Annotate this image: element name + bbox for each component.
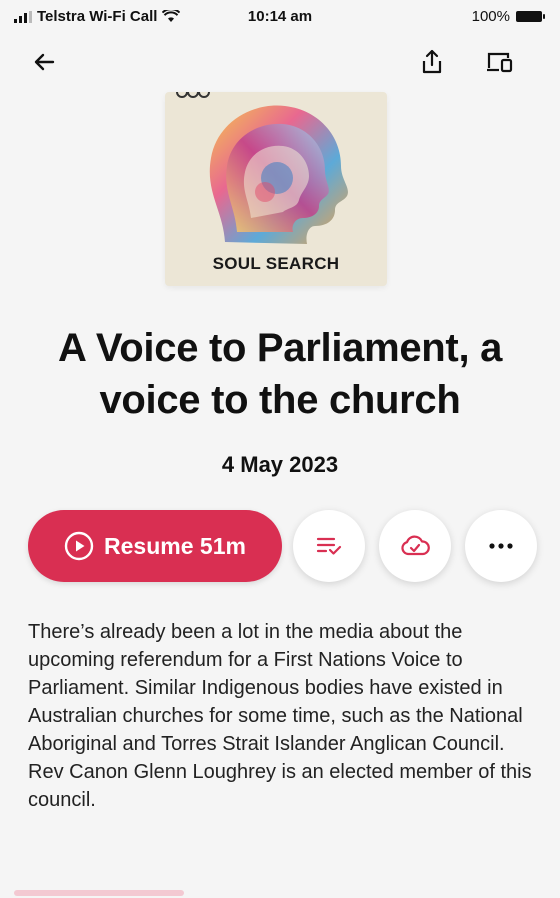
resume-label: Resume 51m xyxy=(104,532,246,559)
cast-device-icon xyxy=(487,52,513,73)
add-to-queue-icon xyxy=(316,537,342,555)
play-circle-icon xyxy=(64,531,94,561)
more-options-icon xyxy=(489,543,513,549)
add-to-queue-button[interactable] xyxy=(293,510,365,582)
top-navigation xyxy=(0,44,560,84)
battery-icon xyxy=(516,11,545,22)
artwork-caption: SOUL SEARCH xyxy=(212,254,340,273)
podcast-artwork: SOUL SEARCH xyxy=(165,92,387,286)
cast-button[interactable] xyxy=(482,44,518,80)
resume-button[interactable]: Resume 51m xyxy=(28,510,282,582)
episode-title: A Voice to Parliament, a voice to the ch… xyxy=(57,326,503,422)
share-icon xyxy=(422,49,442,74)
battery-label: 100% xyxy=(471,8,510,25)
status-bar: Telstra Wi-Fi Call 10:14 am 100% xyxy=(0,0,560,36)
bottom-accent-bar xyxy=(14,890,184,896)
episode-description: There’s already been a lot in the media … xyxy=(28,621,532,811)
share-button[interactable] xyxy=(414,44,450,80)
more-options-button[interactable] xyxy=(465,510,537,582)
back-arrow-icon xyxy=(34,53,55,71)
status-right: 100% xyxy=(471,8,545,25)
abc-logo-icon xyxy=(176,92,211,98)
download-button[interactable] xyxy=(379,510,451,582)
back-button[interactable] xyxy=(26,44,62,80)
episode-date: 4 May 2023 xyxy=(221,452,339,477)
cloud-download-icon xyxy=(401,535,430,556)
